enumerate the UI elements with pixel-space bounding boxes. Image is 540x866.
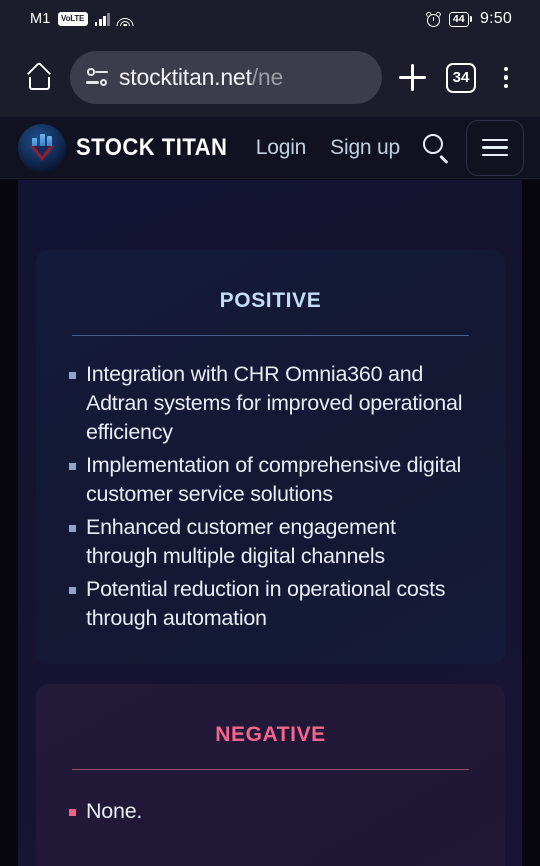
wifi-icon [116, 13, 134, 26]
home-icon [26, 61, 52, 90]
negative-bullet-list: None. [60, 797, 472, 826]
stock-titan-logo-icon[interactable] [18, 123, 66, 172]
login-link[interactable]: Login [256, 136, 307, 160]
address-bar-url: stocktitan.net/ne [119, 64, 283, 91]
alarm-icon [425, 10, 442, 27]
negative-card-title: Negative [215, 715, 326, 748]
signal-strength-icon [94, 12, 110, 26]
carrier-label: M1 [30, 11, 51, 27]
positive-card-divider [72, 335, 469, 336]
home-button[interactable] [14, 53, 64, 103]
hamburger-icon[interactable] [466, 119, 524, 176]
tab-switcher-button[interactable]: 34 [436, 53, 486, 103]
search-icon[interactable] [422, 133, 452, 164]
address-bar[interactable]: stocktitan.net/ne [70, 51, 382, 104]
site-header: STOCK TITAN Login Sign up [0, 117, 540, 179]
page-content-area: Positive Integration with CHR Omnia360 a… [18, 180, 522, 866]
new-tab-button[interactable] [388, 53, 436, 103]
list-item: None. [60, 797, 472, 826]
signup-link[interactable]: Sign up [330, 136, 400, 160]
list-item: Potential reduction in operational costs… [60, 575, 472, 633]
battery-icon: 44 [448, 11, 473, 27]
negative-card-divider [72, 769, 469, 770]
volte-badge: VoLTE [57, 11, 88, 27]
list-item: Integration with CHR Omnia360 and Adtran… [60, 360, 472, 447]
status-bar: M1 VoLTE 44 9:50 [0, 0, 540, 38]
positive-bullet-list: Integration with CHR Omnia360 and Adtran… [60, 360, 472, 633]
header-nav: Login Sign up [256, 136, 400, 160]
status-bar-right: 44 9:50 [425, 10, 512, 28]
battery-percent-label: 44 [448, 11, 469, 27]
list-item: Enhanced customer engagement through mul… [60, 513, 472, 571]
browser-menu-button[interactable] [486, 53, 526, 103]
negative-card: Negative None. [36, 684, 505, 866]
positive-card-title: Positive [219, 281, 322, 314]
brand-title[interactable]: STOCK TITAN [76, 134, 227, 162]
tab-count-badge: 34 [446, 62, 476, 93]
tune-icon[interactable] [86, 68, 108, 87]
address-path: /ne [251, 64, 284, 90]
page-body: Positive Integration with CHR Omnia360 a… [0, 180, 540, 866]
status-bar-left: M1 VoLTE [30, 11, 134, 27]
address-domain: stocktitan.net [119, 64, 252, 90]
browser-toolbar: stocktitan.net/ne 34 [0, 38, 540, 117]
positive-card: Positive Integration with CHR Omnia360 a… [36, 250, 505, 664]
phone-screen: M1 VoLTE 44 9:50 stocktitan.net/ne 34 ST… [0, 0, 540, 866]
clock-label: 9:50 [480, 10, 512, 27]
list-item: Implementation of comprehensive digital … [60, 451, 472, 509]
